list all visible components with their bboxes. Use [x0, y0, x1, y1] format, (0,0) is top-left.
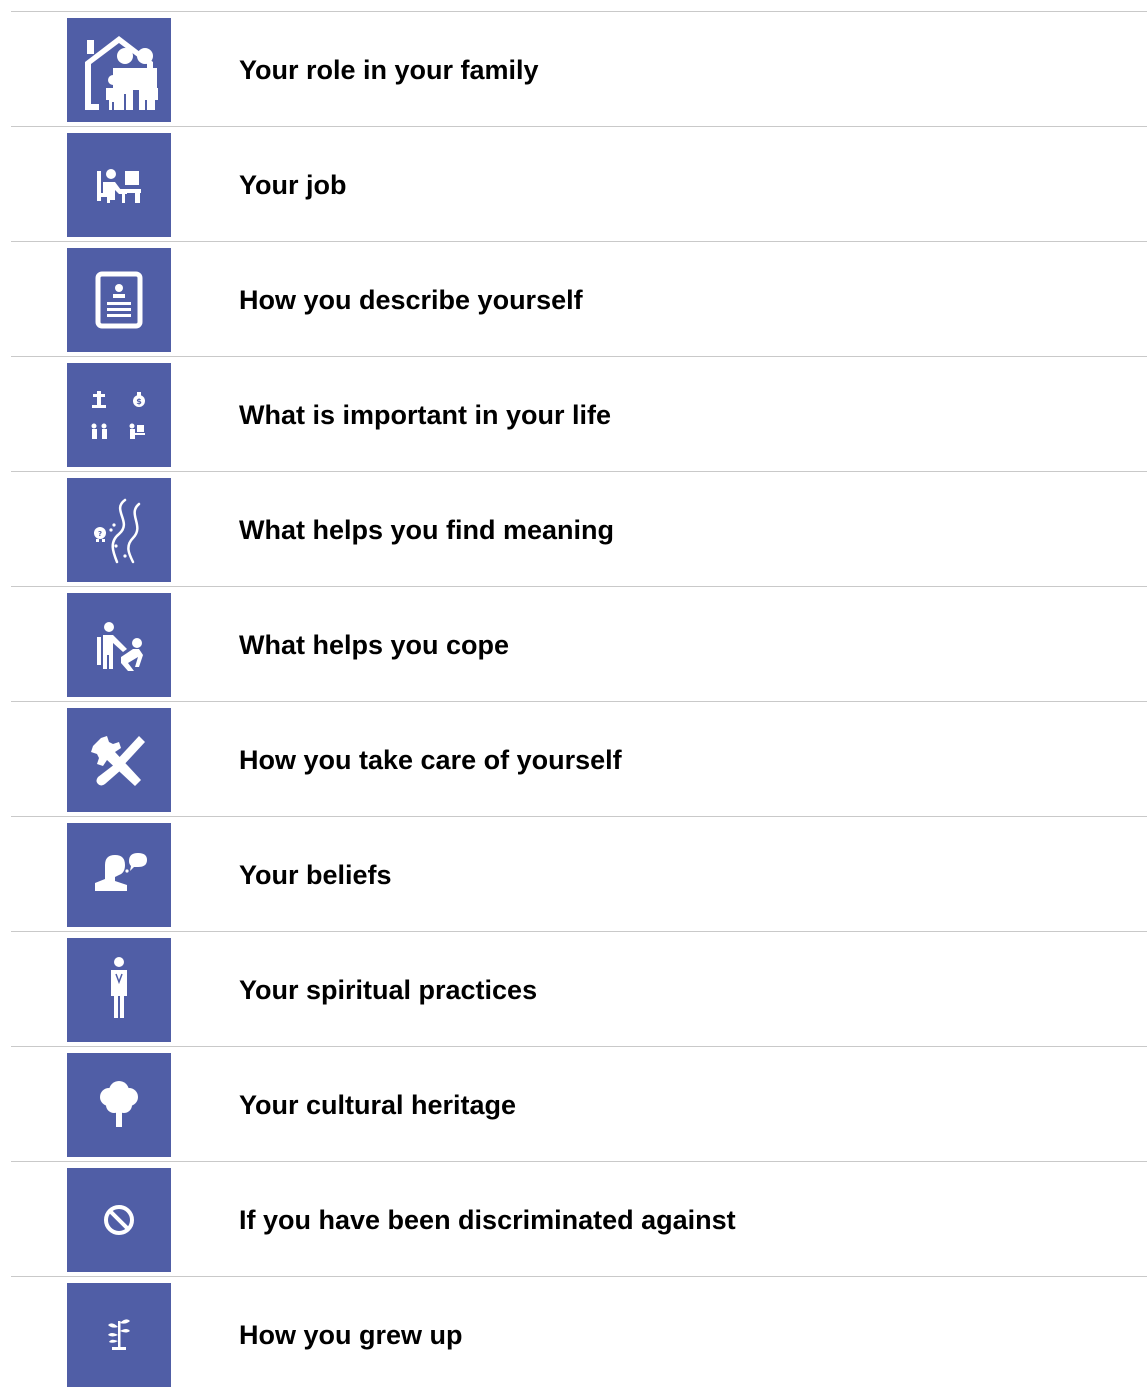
priorities-grid-icon: $: [67, 363, 171, 467]
praying-person-icon: [67, 938, 171, 1042]
list-item-cope[interactable]: What helps you cope: [11, 587, 1147, 702]
list-item-label: Your cultural heritage: [239, 1090, 517, 1120]
tree-icon: [67, 1053, 171, 1157]
desk-worker-icon: [67, 133, 171, 237]
list-item-label: Your spiritual practices: [239, 975, 538, 1005]
list-item-label: What helps you cope: [239, 630, 510, 660]
list-item-describe-yourself[interactable]: How you describe yourself: [11, 242, 1147, 357]
list-item-label: Your role in your family: [239, 55, 539, 85]
list-item-label: How you describe yourself: [239, 285, 583, 315]
topic-list: Your role in your family Your job How yo…: [11, 11, 1147, 1391]
prohibited-icon: [67, 1168, 171, 1272]
helping-person-icon: [67, 593, 171, 697]
list-item-find-meaning[interactable]: ? What helps you find meaning: [11, 472, 1147, 587]
list-item-important-in-life[interactable]: $ What is important in your life: [11, 357, 1147, 472]
wrench-screwdriver-icon: [67, 708, 171, 812]
list-item-label: Your job: [239, 170, 347, 200]
thinking-person-icon: [67, 823, 171, 927]
list-item-label: If you have been discriminated against: [239, 1205, 736, 1235]
list-item-label: How you grew up: [239, 1320, 463, 1350]
list-item-discrimination[interactable]: If you have been discriminated against: [11, 1162, 1147, 1277]
list-item-self-care[interactable]: How you take care of yourself: [11, 702, 1147, 817]
list-item-family-role[interactable]: Your role in your family: [11, 12, 1147, 127]
list-item-label: Your beliefs: [239, 860, 392, 890]
svg-text:?: ?: [98, 530, 102, 538]
list-item-cultural-heritage[interactable]: Your cultural heritage: [11, 1047, 1147, 1162]
svg-text:$: $: [136, 397, 142, 406]
list-item-grew-up[interactable]: How you grew up: [11, 1277, 1147, 1391]
winding-road-icon: ?: [67, 478, 171, 582]
family-house-icon: [67, 18, 171, 122]
profile-card-icon: [67, 248, 171, 352]
list-item-label: What helps you find meaning: [239, 515, 615, 545]
list-item-label: What is important in your life: [239, 400, 612, 430]
list-item-beliefs[interactable]: Your beliefs: [11, 817, 1147, 932]
list-item-job[interactable]: Your job: [11, 127, 1147, 242]
list-item-label: How you take care of yourself: [239, 745, 622, 775]
sprout-icon: [67, 1283, 171, 1387]
list-item-spiritual-practices[interactable]: Your spiritual practices: [11, 932, 1147, 1047]
